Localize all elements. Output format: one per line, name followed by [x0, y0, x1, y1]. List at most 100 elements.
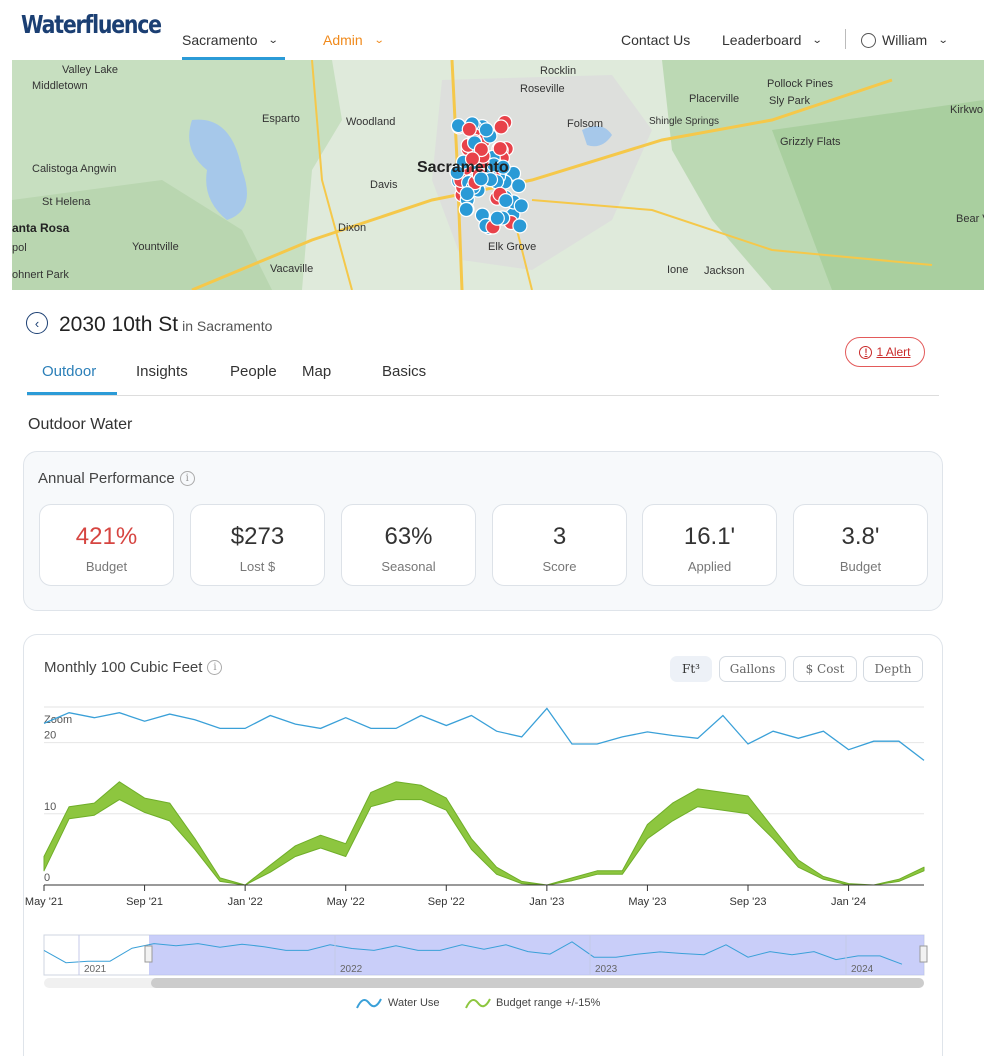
legend-label: Water Use [388, 997, 440, 1009]
stat-budget-percent[interactable]: 421% Budget [39, 504, 174, 586]
water-use-legend-icon [356, 998, 382, 1009]
tab-active-indicator [27, 392, 117, 395]
map-label: Dixon [338, 222, 366, 234]
map-label: Middletown [32, 80, 88, 92]
map-label: Yountville [132, 241, 179, 253]
nav-divider [845, 29, 846, 49]
chevron-down-icon: ⌄ [812, 34, 824, 46]
map-label: St Helena [42, 196, 91, 208]
stat-score[interactable]: 3 Score [492, 504, 627, 586]
stat-value: 421% [75, 523, 138, 550]
map-label: Vacaville [270, 263, 313, 275]
map-label: Grizzly Flats [780, 136, 841, 148]
map-canvas[interactable]: Valley Lake Middletown Esparto Woodland … [12, 60, 984, 290]
nav-contact-link[interactable]: Contact Us [621, 32, 690, 48]
nav-admin-label: Admin [323, 32, 363, 48]
stat-label: Lost $ [239, 559, 276, 574]
stat-value: $273 [230, 523, 285, 550]
tab-map[interactable]: Map [302, 363, 331, 380]
budget-range-band [43, 781, 925, 886]
stat-seasonal[interactable]: 63% Seasonal [341, 504, 476, 586]
y-tick-label: 0 [44, 872, 50, 884]
legend-item-budget-range[interactable]: Budget range +/-15% [465, 997, 600, 1009]
map-label: Calistoga Angwin [32, 163, 116, 175]
map-marker[interactable] [459, 186, 475, 202]
navigator-year-label: 2023 [595, 964, 618, 975]
map-label: Ione [667, 264, 688, 276]
map-marker[interactable] [458, 201, 474, 218]
map-label: Rocklin [540, 65, 576, 77]
map-marker[interactable] [498, 193, 514, 209]
map-label: Bear V [956, 213, 984, 225]
stat-lost-dollars[interactable]: $273 Lost $ [190, 504, 325, 586]
x-tick-label: May '22 [327, 896, 365, 908]
nav-leaderboard-dropdown[interactable]: Leaderboard ⌄ [722, 32, 824, 48]
stat-value: 3.8' [841, 523, 880, 550]
navigator-left-handle[interactable] [144, 945, 153, 963]
chevron-down-icon: ⌄ [268, 34, 280, 46]
stat-label: Budget [839, 559, 882, 574]
alert-exclamation-icon: ! [859, 345, 873, 359]
tab-outdoor[interactable]: Outdoor [42, 363, 96, 380]
top-header: Waterfluence Sacramento ⌄ Admin ⌄ Contac… [0, 0, 984, 60]
nav-region-dropdown[interactable]: Sacramento ⌄ [182, 32, 280, 48]
stat-applied[interactable]: 16.1' Applied [642, 504, 777, 586]
x-tick-label: Jan '22 [228, 896, 263, 908]
nav-admin-dropdown[interactable]: Admin ⌄ [323, 32, 385, 48]
stat-value: 3 [552, 523, 567, 550]
back-arrow-icon[interactable]: ‹ [26, 312, 48, 334]
property-city: in Sacramento [182, 318, 273, 334]
map-label: Shingle Springs [649, 116, 719, 127]
annual-performance-card: Annual Performance i 421% Budget $273 Lo… [23, 451, 943, 611]
map-label: Pollock Pines [767, 78, 834, 90]
map-marker[interactable] [492, 140, 508, 157]
zoom-label: Zoom [44, 714, 72, 726]
legend-label: Budget range +/-15% [496, 997, 600, 1009]
map-label: pol [12, 242, 27, 254]
map-marker[interactable] [513, 198, 529, 214]
info-icon[interactable]: i [179, 471, 195, 486]
legend-item-water-use[interactable]: Water Use [356, 997, 440, 1009]
chart-legend: Water Use Budget range +/-15% [356, 997, 600, 1009]
map-marker[interactable] [478, 122, 494, 138]
x-tick-label: Jan '23 [529, 896, 564, 908]
navigator-selection[interactable] [149, 935, 924, 975]
map-marker[interactable] [461, 121, 477, 137]
map-marker[interactable] [489, 210, 505, 226]
water-use-series [43, 707, 925, 761]
x-tick-label: May '23 [628, 896, 666, 908]
usage-chart[interactable]: Zoom May '21 Sep '21 Jan '22 May '22 Sep '22… [24, 635, 944, 1056]
stat-label: Budget [85, 559, 128, 574]
navigator-scrollbar-thumb[interactable] [151, 978, 924, 988]
user-avatar-icon [861, 32, 876, 48]
map-marker[interactable] [511, 177, 527, 194]
map-label: Woodland [346, 116, 395, 128]
chevron-down-icon: ⌄ [373, 34, 385, 46]
annual-performance-title: Annual Performance i [38, 470, 195, 487]
x-tick-label: Sep '23 [730, 896, 767, 908]
tab-insights[interactable]: Insights [136, 363, 188, 380]
tab-basics[interactable]: Basics [382, 363, 426, 380]
chevron-down-icon: ⌄ [937, 34, 949, 46]
map-label: Roseville [520, 83, 565, 95]
tab-people[interactable]: People [230, 363, 277, 380]
navigator-right-handle[interactable] [919, 945, 928, 963]
chart-navigator[interactable]: 2021 2022 2023 2024 [43, 934, 928, 988]
stat-label: Applied [687, 559, 732, 574]
nav-user-menu[interactable]: William ⌄ [861, 32, 949, 48]
map-marker[interactable] [512, 218, 528, 234]
map-label: Esparto [262, 113, 300, 125]
alert-label: 1 Alert [876, 345, 911, 359]
navigator-year-label: 2021 [84, 964, 107, 975]
map-label: Valley Lake [62, 64, 118, 76]
map-label: Jackson [704, 265, 744, 277]
waterfluence-logo[interactable]: Waterfluence [21, 10, 162, 39]
stat-label: Seasonal [381, 559, 436, 574]
budget-range-series [43, 781, 925, 886]
stat-budget-depth[interactable]: 3.8' Budget [793, 504, 928, 586]
property-title: 2030 10th St in Sacramento [59, 313, 272, 337]
property-map[interactable]: Valley Lake Middletown Esparto Woodland … [12, 60, 984, 290]
property-tabs: Outdoor Insights People Map Basics [27, 358, 939, 396]
map-label: Placerville [689, 93, 739, 105]
x-tick-label: Jan '24 [831, 896, 866, 908]
